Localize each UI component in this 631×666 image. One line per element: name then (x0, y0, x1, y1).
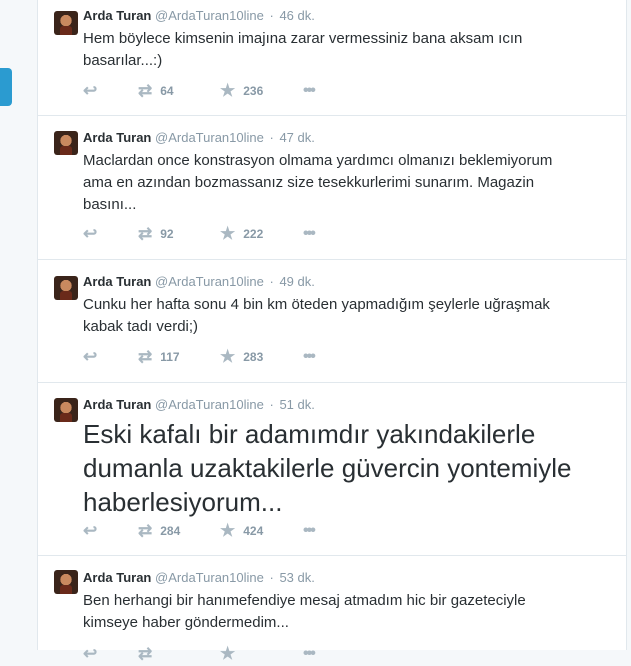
tweet-text: Ben herhangi bir hanımefendiye mesaj atm… (83, 592, 526, 631)
reply-button[interactable]: ↩ (83, 81, 105, 101)
tweet-text: Maclardan once konstrasyon olmama yardım… (83, 152, 553, 213)
timestamp[interactable]: 46 dk. (279, 8, 314, 23)
tweet-actions: ↩ ⇄ 117 ★ 283 ••• (83, 347, 603, 367)
author-name[interactable]: Arda Turan (83, 8, 151, 23)
star-icon: ★ (220, 644, 236, 663)
tweet-text: Hem böylece kimsenin imajına zarar verme… (83, 30, 523, 69)
author-name[interactable]: Arda Turan (83, 397, 151, 412)
more-button[interactable]: ••• (303, 644, 322, 664)
more-icon: ••• (303, 225, 316, 242)
author-name[interactable]: Arda Turan (83, 570, 151, 585)
more-icon: ••• (303, 348, 316, 365)
more-button[interactable]: ••• (303, 224, 322, 244)
timestamp[interactable]: 47 dk. (279, 130, 314, 145)
reply-button[interactable]: ↩ (83, 644, 105, 664)
tweet-actions: ↩ ⇄ 92 ★ 222 ••• (83, 224, 603, 244)
reply-icon: ↩ (83, 644, 98, 663)
more-button[interactable]: ••• (303, 347, 322, 367)
reply-icon: ↩ (83, 521, 98, 540)
retweet-count: 117 (160, 350, 180, 364)
favorite-count: 222 (243, 227, 264, 241)
timestamp[interactable]: 51 dk. (279, 397, 314, 412)
reply-icon: ↩ (83, 347, 98, 366)
tweet-actions: ↩ ⇄ 284 ★ 424 ••• (83, 521, 603, 541)
retweet-button[interactable]: ⇄ 92 (138, 224, 174, 244)
tweet[interactable]: Arda Turan @ArdaTuran10line · 46 dk. Hem… (38, 0, 626, 116)
reply-button[interactable]: ↩ (83, 347, 105, 367)
reply-button[interactable]: ↩ (83, 224, 105, 244)
avatar[interactable] (54, 276, 78, 300)
separator: · (269, 570, 274, 585)
more-button[interactable]: ••• (303, 521, 322, 541)
retweet-icon: ⇄ (138, 81, 153, 100)
timestamp[interactable]: 49 dk. (279, 274, 314, 289)
retweet-icon: ⇄ (138, 644, 153, 663)
avatar[interactable] (54, 11, 78, 35)
favorite-button[interactable]: ★ 283 (220, 347, 263, 367)
tweet-actions: ↩ ⇄ 64 ★ 236 ••• (83, 81, 603, 101)
retweet-count: 284 (160, 524, 181, 538)
star-icon: ★ (220, 224, 236, 243)
author-handle[interactable]: @ArdaTuran10line (155, 8, 264, 23)
timestamp[interactable]: 53 dk. (279, 570, 314, 585)
more-icon: ••• (303, 645, 316, 662)
avatar[interactable] (54, 398, 78, 422)
separator: · (269, 130, 274, 145)
retweet-count: 64 (160, 84, 174, 98)
more-icon: ••• (303, 82, 316, 99)
author-handle[interactable]: @ArdaTuran10line (155, 570, 264, 585)
favorite-button[interactable]: ★ 236 (220, 81, 263, 101)
tweet-actions: ↩ ⇄ ★ ••• (83, 644, 603, 664)
star-icon: ★ (220, 347, 236, 366)
retweet-button[interactable]: ⇄ (138, 644, 160, 664)
author-handle[interactable]: @ArdaTuran10line (155, 130, 264, 145)
reply-icon: ↩ (83, 81, 98, 100)
tweet[interactable]: Arda Turan @ArdaTuran10line · 47 dk. Mac… (38, 116, 626, 260)
avatar[interactable] (54, 570, 78, 594)
author-name[interactable]: Arda Turan (83, 274, 151, 289)
tweet-text: Cunku her hafta sonu 4 bin km öteden yap… (83, 296, 550, 335)
retweet-icon: ⇄ (138, 521, 153, 540)
retweet-button[interactable]: ⇄ 117 (138, 347, 180, 367)
retweet-icon: ⇄ (138, 347, 153, 366)
retweet-count: 92 (160, 227, 174, 241)
favorite-count: 236 (243, 84, 264, 98)
retweet-button[interactable]: ⇄ 64 (138, 81, 174, 101)
star-icon: ★ (220, 81, 236, 100)
retweet-button[interactable]: ⇄ 284 (138, 521, 180, 541)
favorite-count: 424 (243, 524, 264, 538)
tweet[interactable]: Arda Turan @ArdaTuran10line · 49 dk. Cun… (38, 260, 626, 383)
author-handle[interactable]: @ArdaTuran10line (155, 274, 264, 289)
favorite-button[interactable]: ★ (220, 644, 243, 664)
retweet-icon: ⇄ (138, 224, 153, 243)
separator: · (269, 8, 274, 23)
star-icon: ★ (220, 521, 236, 540)
side-tab[interactable] (0, 68, 12, 106)
author-name[interactable]: Arda Turan (83, 130, 151, 145)
favorite-button[interactable]: ★ 424 (220, 521, 263, 541)
reply-button[interactable]: ↩ (83, 521, 105, 541)
more-button[interactable]: ••• (303, 81, 322, 101)
avatar[interactable] (54, 131, 78, 155)
separator: · (269, 274, 274, 289)
author-handle[interactable]: @ArdaTuran10line (155, 397, 264, 412)
tweet-text: Eski kafalı bir adamımdır yakındakilerle… (83, 419, 572, 517)
reply-icon: ↩ (83, 224, 98, 243)
tweet[interactable]: Arda Turan @ArdaTuran10line · 51 dk. Esk… (38, 383, 626, 556)
timeline: Arda Turan @ArdaTuran10line · 46 dk. Hem… (37, 0, 627, 663)
more-icon: ••• (303, 522, 316, 539)
favorite-button[interactable]: ★ 222 (220, 224, 263, 244)
separator: · (269, 397, 274, 412)
favorite-count: 283 (243, 350, 264, 364)
